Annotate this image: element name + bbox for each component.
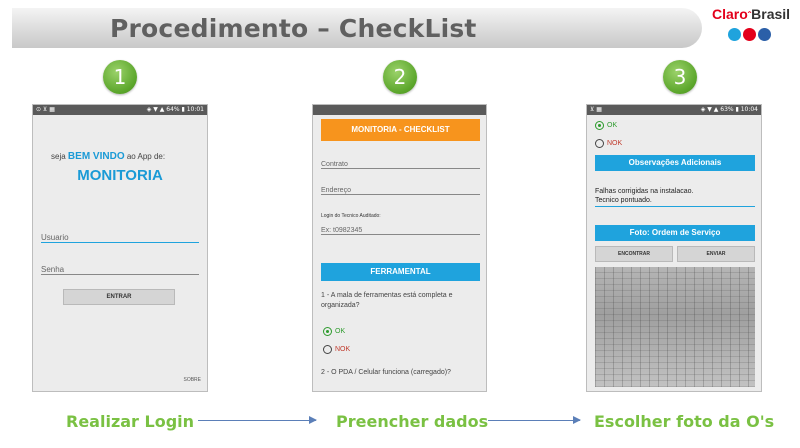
phone-login-screen: ⊙ ⊻ ▦ ◈ ▼ ▲ 64% ▮ 10:01 seja BEM VINDO a… — [32, 104, 208, 392]
step-3-badge: 3 — [663, 60, 697, 94]
password-input[interactable]: Senha — [41, 265, 199, 275]
radio-nok[interactable]: NOK — [323, 345, 350, 354]
radio-nok[interactable]: NOK — [595, 139, 622, 148]
tech-login-input[interactable]: Ex: t0982345 — [321, 227, 480, 235]
phone-photo-screen: ⊻ ▦ ◈ ▼ ▲ 63% ▮ 10:04 OK NOK Observações… — [586, 104, 762, 392]
radio-ok[interactable]: OK — [595, 121, 617, 130]
status-bar — [313, 105, 486, 115]
logo-text-claro: Claro — [712, 6, 748, 22]
page-title: Procedimento – CheckList — [110, 14, 477, 43]
enter-button[interactable]: ENTRAR — [63, 289, 175, 305]
caption-step-2: Preencher dados — [336, 412, 489, 431]
address-input[interactable]: Endereço — [321, 187, 480, 195]
question-1: 1 - A mala de ferramentas está completa … — [321, 292, 453, 309]
contract-input[interactable]: Contrato — [321, 161, 480, 169]
checklist-header: MONITORIA - CHECKLIST — [321, 119, 480, 141]
logo-text-brasil: Brasil — [751, 6, 791, 22]
phone-checklist-screen: MONITORIA - CHECKLIST Contrato Endereço … — [312, 104, 487, 392]
service-order-photo — [595, 267, 755, 387]
logo-circles-icon — [728, 28, 771, 41]
send-button[interactable]: ENVIAR — [677, 246, 755, 262]
arrow-right-icon — [488, 416, 581, 424]
status-bar: ⊙ ⊻ ▦ ◈ ▼ ▲ 64% ▮ 10:01 — [33, 105, 207, 115]
observations-header: Observações Adicionais — [595, 155, 755, 171]
caption-step-1: Realizar Login — [66, 412, 195, 431]
claro-brasil-logo: ClaroˆBrasil — [712, 6, 796, 48]
username-input[interactable]: Usuario — [41, 233, 199, 243]
radio-unchecked-icon — [323, 345, 332, 354]
section-ferramental: FERRAMENTAL — [321, 263, 480, 281]
welcome-text: seja BEM VINDO ao App de: — [51, 151, 166, 162]
radio-checked-icon — [323, 327, 332, 336]
app-name: MONITORIA — [77, 167, 163, 184]
caption-step-3: Escolher foto da O's — [594, 412, 775, 431]
radio-ok[interactable]: OK — [323, 327, 345, 336]
photo-header: Foto: Ordem de Serviço — [595, 225, 755, 241]
radio-unchecked-icon — [595, 139, 604, 148]
observations-textarea[interactable]: Falhas corrigidas na instalacao. Tecnico… — [595, 187, 755, 207]
status-bar: ⊻ ▦ ◈ ▼ ▲ 63% ▮ 10:04 — [587, 105, 761, 115]
step-2-badge: 2 — [383, 60, 417, 94]
radio-checked-icon — [595, 121, 604, 130]
question-2: 2 - O PDA / Celular funciona (carregado)… — [321, 369, 451, 376]
step-1-badge: 1 — [103, 60, 137, 94]
about-link[interactable]: SOBRE — [183, 377, 201, 383]
find-button[interactable]: ENCONTRAR — [595, 246, 673, 262]
tech-login-label: Login do Tecnico Auditado: — [321, 213, 381, 219]
arrow-right-icon — [198, 416, 317, 424]
